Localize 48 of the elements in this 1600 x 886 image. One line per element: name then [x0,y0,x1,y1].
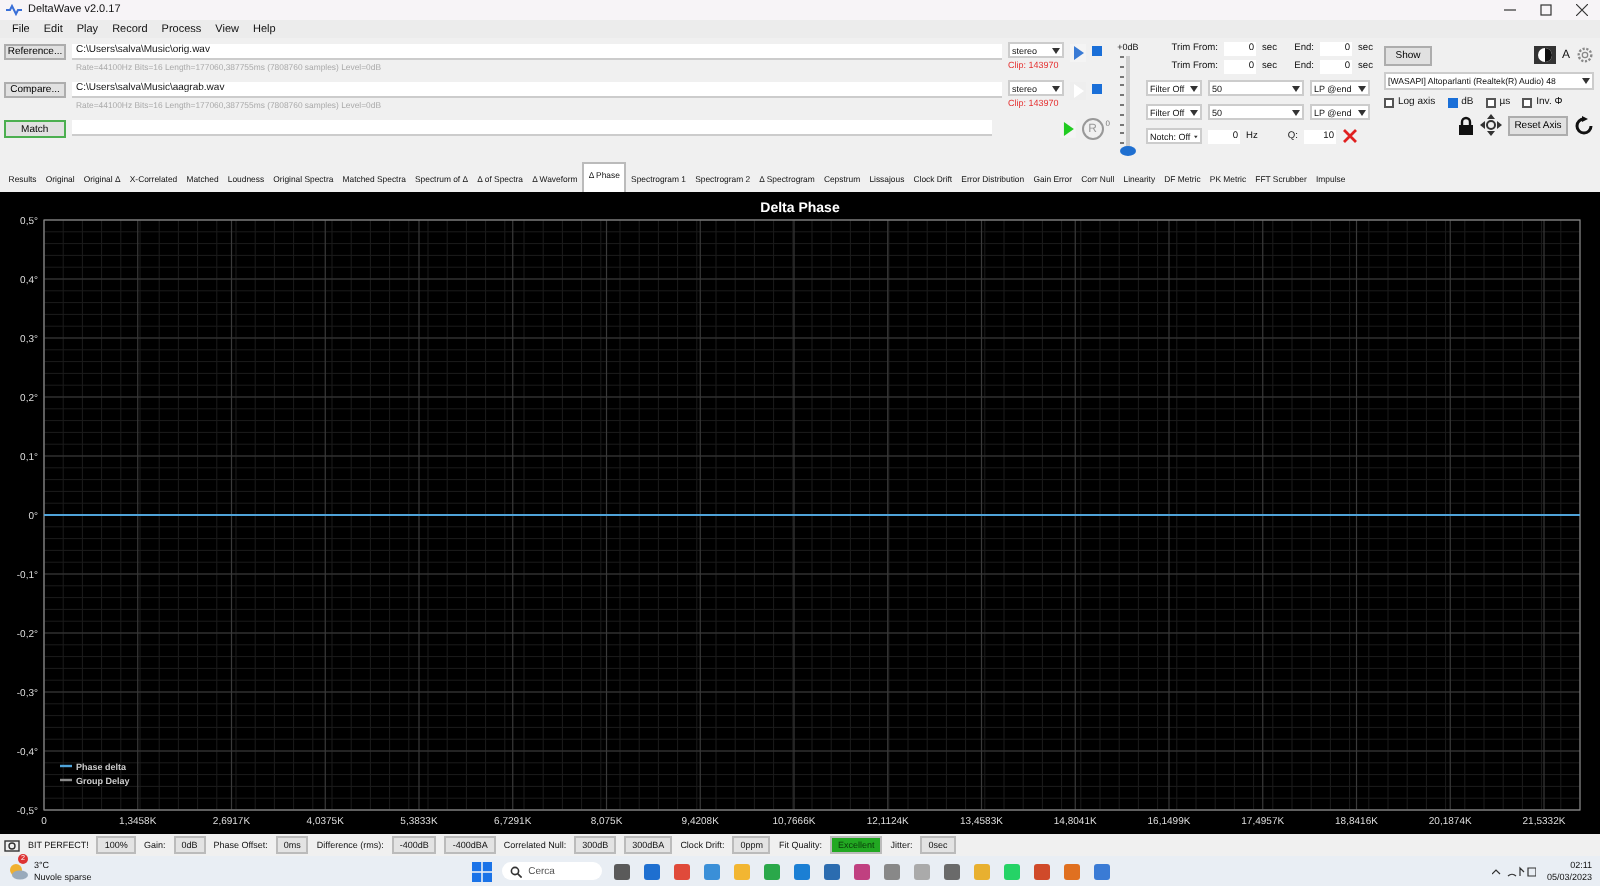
app-icon[interactable] [762,861,783,881]
app-icon[interactable] [1062,861,1083,881]
app-icon[interactable] [822,861,843,881]
app-icon[interactable] [642,861,663,881]
app-icon[interactable] [942,861,963,881]
checkbox[interactable] [1092,84,1102,94]
caret-icon [1052,85,1060,91]
app-icon[interactable] [702,861,723,881]
minimize-icon[interactable] [1504,4,1516,16]
app-icon[interactable] [1092,861,1113,881]
caret-icon [1190,85,1198,91]
caret-icon [1358,85,1366,91]
caret-icon [1292,109,1300,115]
app-icon[interactable] [612,861,633,881]
search-icon [510,865,523,877]
checkbox[interactable] [1092,46,1102,56]
app-icon[interactable] [792,861,813,881]
play-icon[interactable] [1059,120,1076,138]
maximize-icon[interactable] [1540,4,1552,16]
clear-icon[interactable] [1342,128,1358,144]
start-icon[interactable] [472,861,493,881]
caret-icon [1190,109,1198,115]
move-icon[interactable] [1480,114,1502,136]
play-icon[interactable] [1070,44,1086,62]
lock-icon[interactable] [1458,115,1474,135]
weather-icon[interactable] [8,862,28,880]
app-icon[interactable] [672,861,693,881]
system-tray-icon[interactable] [1492,865,1537,877]
caret-icon [1582,78,1590,84]
checkbox[interactable] [1485,97,1496,107]
caret-icon [1358,109,1366,115]
app-icon[interactable] [852,861,873,881]
gain-slider-thumb[interactable] [1120,146,1136,156]
checkbox[interactable] [1384,97,1394,107]
contrast-icon[interactable] [1533,46,1556,64]
app-icon [6,4,22,16]
caret-icon [1292,85,1300,91]
checkbox[interactable] [1522,97,1533,107]
camera-icon[interactable] [4,837,20,851]
settings-icon[interactable] [1576,46,1594,64]
caret-icon [1052,47,1060,53]
checkbox[interactable] [1447,97,1458,107]
app-icon[interactable] [882,861,903,881]
app-icon[interactable] [1032,861,1053,881]
refresh-icon[interactable] [1574,115,1594,135]
caret-icon [1194,133,1198,139]
file-path-field[interactable] [71,120,993,136]
close-icon[interactable] [1576,4,1588,16]
